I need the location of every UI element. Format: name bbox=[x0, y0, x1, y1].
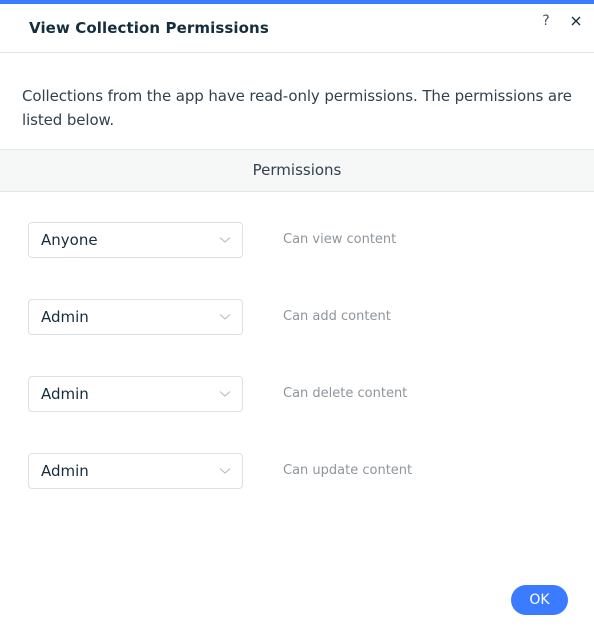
chevron-down-icon bbox=[219, 236, 231, 244]
role-select-update[interactable]: Admin bbox=[28, 453, 243, 489]
permission-row-add: Admin Can add content bbox=[0, 299, 594, 335]
permission-row-view: Anyone Can view content bbox=[0, 222, 594, 258]
chevron-down-icon bbox=[219, 467, 231, 475]
role-select-delete[interactable]: Admin bbox=[28, 376, 243, 412]
permissions-section-header: Permissions bbox=[0, 149, 594, 192]
ok-button[interactable]: OK bbox=[511, 585, 568, 615]
permission-description: Can update content bbox=[283, 463, 413, 478]
dialog-header: View Collection Permissions ? bbox=[0, 4, 594, 53]
role-select-value: Anyone bbox=[41, 231, 98, 249]
role-select-add[interactable]: Admin bbox=[28, 299, 243, 335]
chevron-down-icon bbox=[219, 313, 231, 321]
chevron-down-icon bbox=[219, 390, 231, 398]
role-select-value: Admin bbox=[41, 385, 89, 403]
permissions-dialog: View Collection Permissions ? Collection… bbox=[0, 0, 594, 642]
dialog-title: View Collection Permissions bbox=[29, 19, 269, 37]
permission-row-update: Admin Can update content bbox=[0, 453, 594, 489]
permission-description: Can view content bbox=[283, 232, 397, 247]
dialog-description: Collections from the app have read-only … bbox=[22, 87, 572, 129]
permission-description: Can delete content bbox=[283, 386, 408, 401]
role-select-value: Admin bbox=[41, 308, 89, 326]
permission-description: Can add content bbox=[283, 309, 391, 324]
permission-row-delete: Admin Can delete content bbox=[0, 376, 594, 412]
role-select-value: Admin bbox=[41, 462, 89, 480]
help-icon[interactable]: ? bbox=[539, 12, 553, 30]
role-select-view[interactable]: Anyone bbox=[28, 222, 243, 258]
close-icon[interactable] bbox=[568, 13, 584, 29]
